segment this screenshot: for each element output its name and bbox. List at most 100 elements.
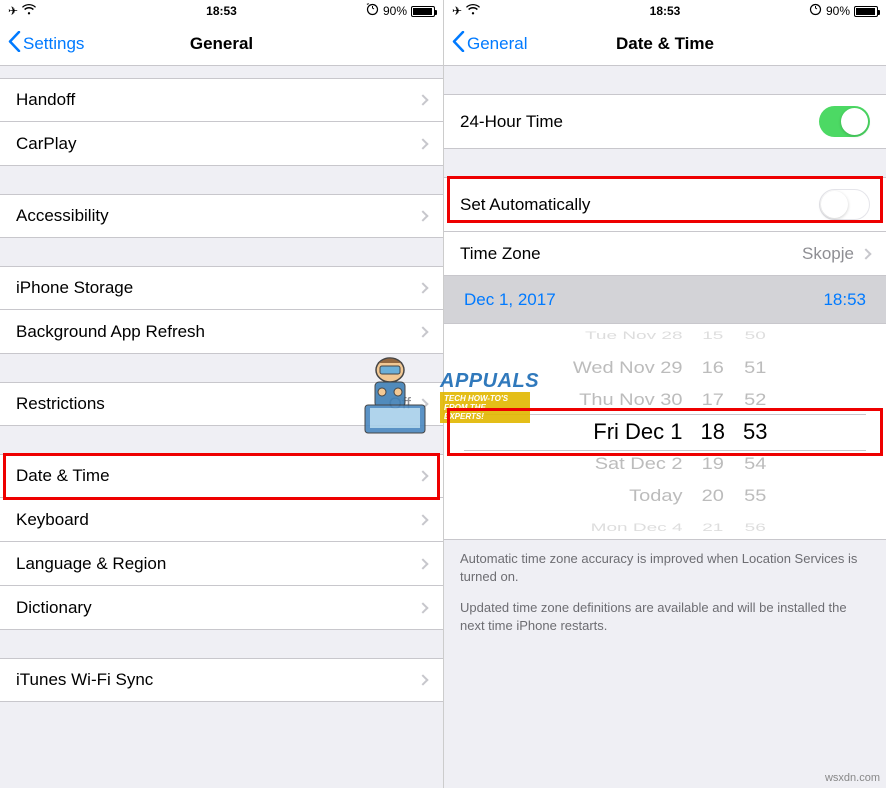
- chevron-left-icon: [452, 31, 465, 57]
- picker-item: 21: [702, 518, 723, 537]
- row-label: Restrictions: [16, 394, 105, 414]
- current-date: Dec 1, 2017: [464, 290, 556, 310]
- chevron-right-icon: [417, 138, 428, 149]
- screen-date-time: ✈ 18:53 90% General Date & Time 24-Hour …: [443, 0, 886, 788]
- row-label: Keyboard: [16, 510, 89, 530]
- status-bar: ✈ 18:53 90%: [0, 0, 443, 22]
- row-handoff[interactable]: Handoff: [0, 78, 443, 122]
- picker-col-date[interactable]: Tue Nov 28 Wed Nov 29 Thu Nov 30 Fri Dec…: [563, 320, 683, 544]
- chevron-right-icon: [417, 210, 428, 221]
- picker-item: Tue Nov 28: [585, 326, 683, 345]
- chevron-right-icon: [417, 398, 428, 409]
- row-24-hour-time: 24-Hour Time: [444, 94, 886, 149]
- row-label: Dictionary: [16, 598, 92, 618]
- row-label: Background App Refresh: [16, 322, 205, 342]
- row-label: Language & Region: [16, 554, 166, 574]
- row-label: Set Automatically: [460, 195, 590, 215]
- wifi-icon: [466, 4, 480, 18]
- picker-item: 52: [744, 386, 766, 413]
- chevron-right-icon: [417, 674, 428, 685]
- footer-text-2: Updated time zone definitions are availa…: [444, 589, 886, 638]
- back-to-settings[interactable]: Settings: [8, 31, 84, 57]
- row-itunes-wifi-sync[interactable]: iTunes Wi-Fi Sync: [0, 658, 443, 702]
- row-date-time[interactable]: Date & Time: [0, 454, 443, 498]
- rotation-lock-icon: [366, 3, 379, 19]
- battery-percent: 90%: [383, 4, 407, 18]
- watermark-site: wsxdn.com: [825, 772, 880, 784]
- row-value: Off: [389, 394, 411, 414]
- chevron-right-icon: [417, 282, 428, 293]
- picker-item: 55: [744, 482, 766, 509]
- row-iphone-storage[interactable]: iPhone Storage: [0, 266, 443, 310]
- picker-item: 54: [744, 450, 766, 477]
- picker-item: 50: [745, 326, 766, 345]
- current-time: 18:53: [823, 290, 866, 310]
- chevron-right-icon: [417, 326, 428, 337]
- picker-item: 15: [702, 326, 723, 345]
- row-carplay[interactable]: CarPlay: [0, 122, 443, 166]
- row-label: iPhone Storage: [16, 278, 133, 298]
- picker-item: 16: [702, 354, 724, 381]
- row-language-region[interactable]: Language & Region: [0, 542, 443, 586]
- airplane-icon: ✈: [8, 4, 18, 18]
- status-bar: ✈ 18:53 90%: [444, 0, 886, 22]
- back-label: General: [467, 34, 527, 54]
- wifi-icon: [22, 4, 36, 18]
- footer-text-1: Automatic time zone accuracy is improved…: [444, 540, 886, 589]
- picker-item: Sat Dec 2: [595, 450, 683, 477]
- picker-item: 17: [702, 386, 724, 413]
- row-dictionary[interactable]: Dictionary: [0, 586, 443, 630]
- statusbar-time: 18:53: [206, 4, 237, 18]
- picker-item-selected: 53: [743, 416, 767, 448]
- battery-icon: [411, 6, 435, 17]
- row-date-time-display[interactable]: Dec 1, 2017 18:53: [444, 276, 886, 324]
- picker-item: 20: [702, 482, 724, 509]
- navbar-general: Settings General: [0, 22, 443, 66]
- date-time-picker[interactable]: Tue Nov 28 Wed Nov 29 Thu Nov 30 Fri Dec…: [444, 324, 886, 540]
- picker-item-selected: Fri Dec 1: [593, 416, 682, 448]
- row-label: iTunes Wi-Fi Sync: [16, 670, 153, 690]
- row-set-automatically: Set Automatically: [444, 177, 886, 232]
- row-background-app-refresh[interactable]: Background App Refresh: [0, 310, 443, 354]
- chevron-right-icon: [860, 248, 871, 259]
- picker-item: 19: [702, 450, 724, 477]
- row-label: CarPlay: [16, 134, 76, 154]
- picker-item: 51: [744, 354, 766, 381]
- picker-col-minute[interactable]: 50 51 52 53 54 55 56: [743, 320, 767, 544]
- row-keyboard[interactable]: Keyboard: [0, 498, 443, 542]
- picker-item: Wed Nov 29: [573, 354, 683, 381]
- chevron-right-icon: [417, 514, 428, 525]
- picker-item: Thu Nov 30: [579, 386, 682, 413]
- page-title: General: [190, 34, 253, 54]
- row-value: Skopje: [802, 244, 854, 264]
- picker-item: 56: [745, 518, 766, 537]
- chevron-right-icon: [417, 470, 428, 481]
- chevron-left-icon: [8, 31, 21, 57]
- screen-general: ✈ 18:53 90% Settings General Handoff: [0, 0, 443, 788]
- switch-set-automatically[interactable]: [819, 189, 870, 220]
- rotation-lock-icon: [809, 3, 822, 19]
- switch-24-hour-time[interactable]: [819, 106, 870, 137]
- navbar-date-time: General Date & Time: [444, 22, 886, 66]
- airplane-icon: ✈: [452, 4, 462, 18]
- statusbar-time: 18:53: [650, 4, 681, 18]
- chevron-right-icon: [417, 94, 428, 105]
- page-title: Date & Time: [616, 34, 714, 54]
- row-restrictions[interactable]: Restrictions Off: [0, 382, 443, 426]
- picker-col-hour[interactable]: 15 16 17 18 19 20 21: [701, 320, 725, 544]
- back-to-general[interactable]: General: [452, 31, 527, 57]
- chevron-right-icon: [417, 558, 428, 569]
- battery-percent: 90%: [826, 4, 850, 18]
- row-time-zone[interactable]: Time Zone Skopje: [444, 232, 886, 276]
- back-label: Settings: [23, 34, 84, 54]
- battery-icon: [854, 6, 878, 17]
- row-label: Handoff: [16, 90, 75, 110]
- row-label: Accessibility: [16, 206, 109, 226]
- row-label: Time Zone: [460, 244, 541, 264]
- row-accessibility[interactable]: Accessibility: [0, 194, 443, 238]
- row-label: Date & Time: [16, 466, 110, 486]
- row-label: 24-Hour Time: [460, 112, 563, 132]
- picker-item-selected: 18: [701, 416, 725, 448]
- chevron-right-icon: [417, 602, 428, 613]
- picker-item: Mon Dec 4: [591, 518, 683, 537]
